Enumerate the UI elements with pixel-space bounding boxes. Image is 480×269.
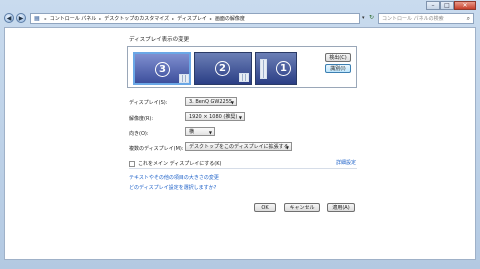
monitor-arrangement[interactable]: 3 2 1 検出(C) 識別(I) xyxy=(127,46,357,88)
display-label: ディスプレイ(S): xyxy=(129,100,168,106)
orientation-label: 向き(O): xyxy=(129,131,149,137)
resolution-select[interactable]: 1920 × 1080 (推奨) ▼ xyxy=(185,112,245,121)
maximize-button[interactable]: □ xyxy=(440,1,454,10)
address-bar[interactable]: ▦ ▸ コントロール パネル ▸ デスクトップのカスタマイズ ▸ ディスプレイ … xyxy=(30,13,360,24)
monitor-1[interactable]: 1 xyxy=(255,52,297,85)
minimize-button[interactable]: – xyxy=(426,1,440,10)
orientation-value: 横 xyxy=(189,129,195,135)
search-placeholder: コントロール パネルの検索 xyxy=(382,16,444,22)
main-display-option[interactable]: これをメイン ディスプレイにする(K) xyxy=(129,160,221,167)
multiple-displays-value: デスクトップをこのディスプレイに拡張する xyxy=(189,144,289,150)
orientation-select[interactable]: 横 ▼ xyxy=(185,127,215,136)
monitor-number: 2 xyxy=(215,61,230,76)
resolution-label: 解像度(R): xyxy=(129,116,154,122)
page-heading: ディスプレイ表示の変更 xyxy=(129,37,190,43)
breadcrumb-desktop-customization[interactable]: デスクトップのカスタマイズ xyxy=(104,15,169,22)
main-display-checkbox-label: これをメイン ディスプレイにする(K) xyxy=(138,161,222,167)
main-display-checkbox[interactable] xyxy=(129,160,135,167)
text-size-link[interactable]: テキストやその他の項目の大きさの変更 xyxy=(129,174,219,181)
window-controls: – □ ✕ xyxy=(426,1,476,10)
multiple-displays-select[interactable]: デスクトップをこのディスプレイに拡張する ▼ xyxy=(185,142,292,151)
breadcrumb-display[interactable]: ディスプレイ xyxy=(177,15,207,22)
search-input[interactable]: コントロール パネルの検索 ⌕ xyxy=(378,13,474,24)
display-settings-help-link[interactable]: どのディスプレイ設定を選択しますか? xyxy=(129,184,216,191)
monitor-2[interactable]: 2 xyxy=(194,52,252,85)
display-select[interactable]: 3. BenQ GW2255 ▼ xyxy=(185,97,237,106)
forward-button[interactable]: ▶ xyxy=(16,13,26,23)
resolution-value: 1920 × 1080 (推奨) xyxy=(189,114,238,120)
cancel-button[interactable]: キャンセル xyxy=(284,203,320,212)
ok-button[interactable]: OK xyxy=(254,203,276,212)
breadcrumb-screen-resolution[interactable]: 画面の解像度 xyxy=(215,15,245,22)
monitor-3[interactable]: 3 xyxy=(133,52,191,85)
refresh-icon[interactable]: ↻ xyxy=(369,14,374,21)
chevron-down-icon: ▼ xyxy=(238,115,242,120)
apply-button[interactable]: 適用(A) xyxy=(327,203,355,212)
chevron-down-icon: ▼ xyxy=(208,130,212,135)
monitor-taskbar-icon xyxy=(260,59,267,79)
monitor-taskbar-icon xyxy=(239,73,249,82)
multiple-displays-label: 複数のディスプレイ(M): xyxy=(129,146,184,152)
detect-button[interactable]: 検出(C) xyxy=(325,53,351,62)
chevron-right-icon[interactable]: ▸ xyxy=(99,16,101,21)
monitor-taskbar-icon xyxy=(179,74,189,83)
close-button[interactable]: ✕ xyxy=(454,1,476,10)
control-panel-icon: ▦ xyxy=(34,15,40,22)
chevron-down-icon: ▼ xyxy=(285,145,289,150)
chevron-right-icon[interactable]: ▸ xyxy=(172,16,174,21)
address-dropdown-icon[interactable]: ▾ xyxy=(362,15,365,21)
monitor-number: 1 xyxy=(276,61,291,76)
monitor-number: 3 xyxy=(155,62,170,77)
chevron-down-icon: ▼ xyxy=(230,100,234,105)
back-button[interactable]: ◀ xyxy=(4,13,14,23)
breadcrumb-control-panel[interactable]: コントロール パネル xyxy=(50,15,97,22)
chevron-right-icon[interactable]: ▸ xyxy=(210,16,212,21)
display-value: 3. BenQ GW2255 xyxy=(189,98,233,105)
advanced-settings-link[interactable]: 詳細設定 xyxy=(336,159,356,166)
chevron-right-icon[interactable]: ▸ xyxy=(45,16,47,21)
identify-button[interactable]: 識別(I) xyxy=(325,64,351,73)
divider xyxy=(129,168,357,169)
search-icon[interactable]: ⌕ xyxy=(467,15,470,23)
